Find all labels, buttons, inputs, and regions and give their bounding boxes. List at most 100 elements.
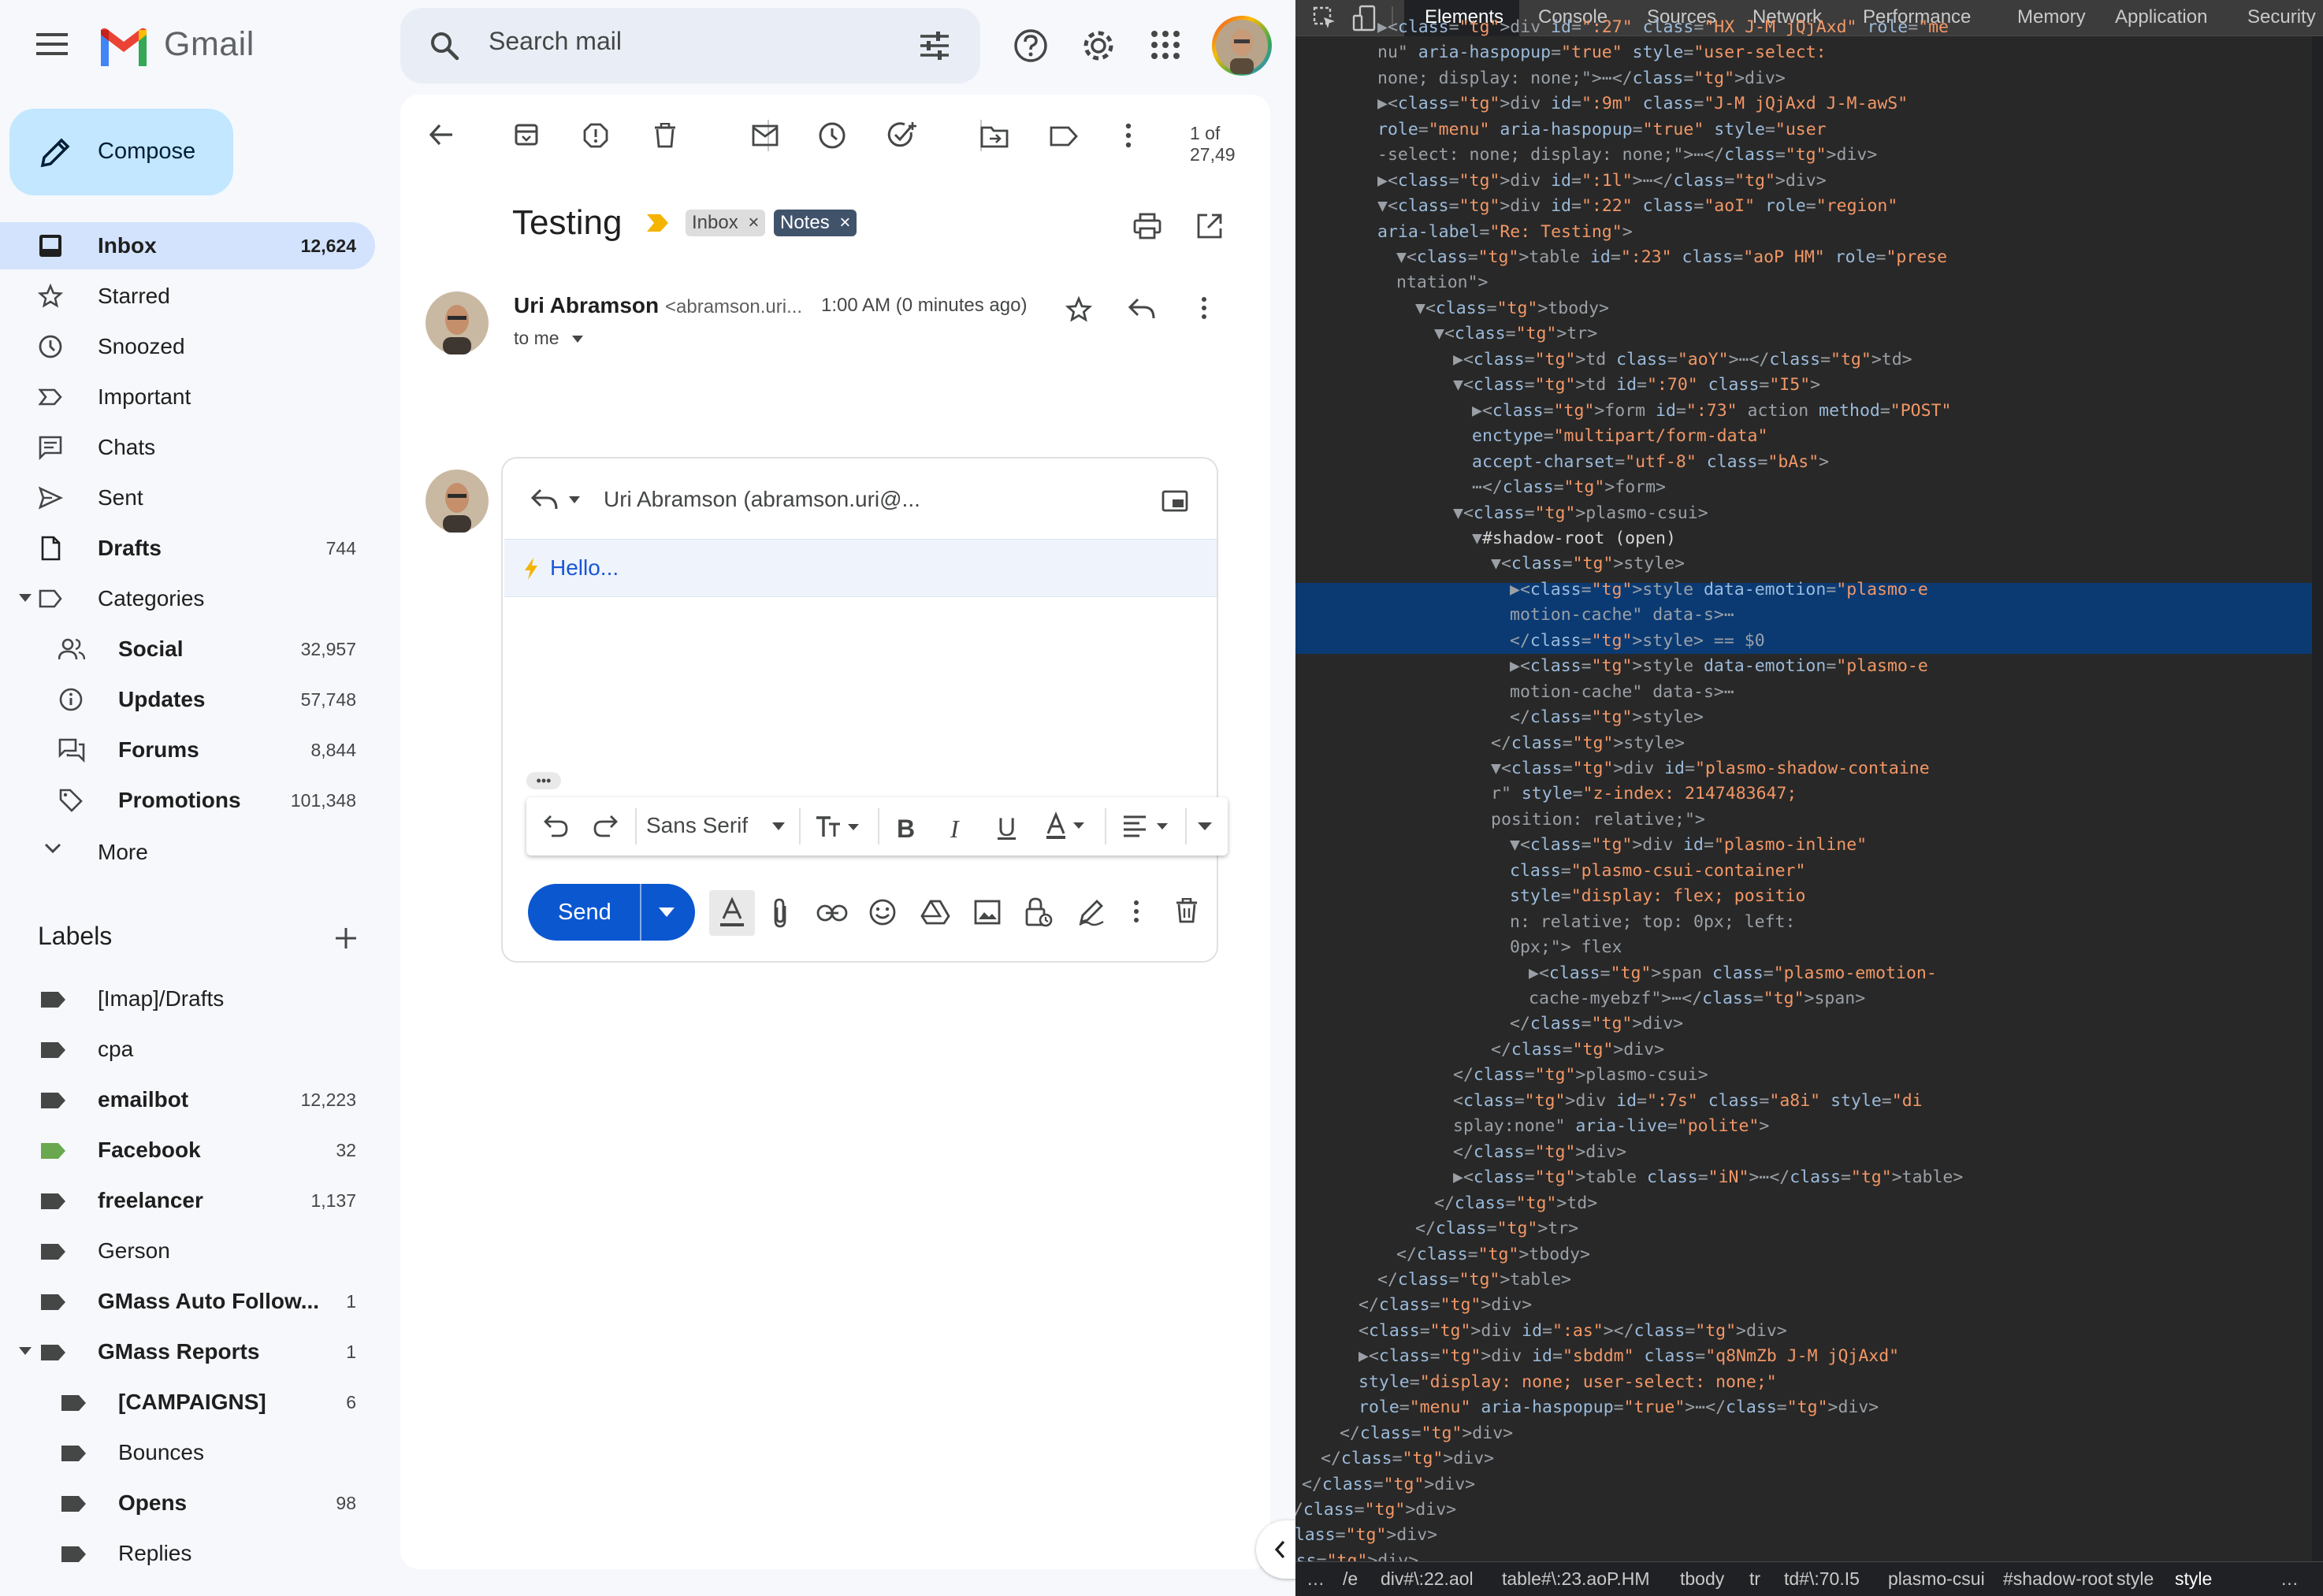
breadcrumb-item[interactable]: /e [1343,1568,1358,1590]
label-item[interactable]: emailbot 12,223 [0,1076,375,1123]
sidebar-item-categories[interactable]: Categories [0,575,375,622]
dom-tree-line[interactable]: ▶<class="tg">td class="aoY">⋯</class="tg… [1453,350,1912,369]
breadcrumb-item[interactable]: plasmo-csui [1888,1568,1985,1590]
dom-tree-line[interactable]: ▼<class="tg">td id=":70" class="I5"> [1453,375,1820,395]
more-vertical-icon[interactable] [1125,123,1132,148]
dom-tree-line[interactable]: motion-cache" data-s>⋯ [1510,682,1734,702]
label-item[interactable]: freelancer 1,137 [0,1177,375,1224]
formatting-options-button[interactable] [709,890,755,936]
undo-icon[interactable] [544,815,569,838]
dom-tree-line[interactable]: </class="tg">td> [1434,1193,1597,1213]
dom-tree-line[interactable]: </class="tg">div> [1491,1040,1664,1060]
label-item[interactable]: Bounces [0,1429,375,1476]
sidebar-item-chats[interactable]: Chats [0,424,375,471]
redo-icon[interactable] [593,815,618,838]
dom-tree-line[interactable]: nu" aria-haspopup="true" style="user-sel… [1377,43,1827,62]
breadcrumb-overflow[interactable]: … [1306,1568,1325,1590]
dom-tree-line[interactable]: 0px;"> flex [1510,937,1622,957]
reply-compose-box[interactable]: Uri Abramson (abramson.uri@... Hello... … [501,457,1228,963]
dom-tree-line[interactable]: </class="tg">div> [1295,1525,1437,1545]
gmail-logo-icon[interactable] [98,27,150,66]
dom-tree-line[interactable]: ▶<class="tg">form id=":73" action method… [1472,401,1951,421]
label-item[interactable]: GMass Auto Follow... 1 [0,1278,375,1325]
dom-tree-line[interactable]: enctype="multipart/form-data" [1472,426,1767,446]
ai-suggestion-bar[interactable]: Hello... [504,539,1217,597]
dom-tree-line[interactable]: ▶<class="tg">table class="iN">⋯</class="… [1453,1167,1963,1187]
search-icon[interactable] [429,30,460,61]
bold-icon[interactable]: B [897,815,915,844]
align-icon[interactable] [1122,815,1173,838]
inspect-element-icon[interactable] [1313,6,1336,30]
delete-trash-icon[interactable] [654,123,676,148]
remove-label-icon[interactable]: × [839,212,850,233]
reply-type-caret-icon[interactable] [569,496,580,503]
dom-tree-line[interactable]: <class="tg">div id=":as"></class="tg">di… [1358,1321,1787,1341]
dom-tree-line[interactable]: </class="tg">div> [1302,1475,1475,1494]
dom-tree-line[interactable]: ▶<class="tg">span class="plasmo-emotion- [1529,963,1937,983]
sidebar-item-starred[interactable]: Starred [0,273,375,320]
dom-tree-line[interactable]: ▼<class="tg">table id=":23" class="aoP H… [1396,247,1947,267]
dom-tree-line[interactable]: motion-cache" data-s>⋯ [1510,605,1734,625]
dom-tree-line[interactable]: ▼<class="tg">div id="plasmo-shadow-conta… [1491,759,1930,778]
search-input[interactable]: Search mail [489,27,622,56]
gmail-wordmark[interactable]: Gmail [164,25,255,64]
tab-security[interactable]: Security [2247,6,2316,28]
font-size-icon[interactable] [815,815,862,838]
dom-tree-line[interactable]: ▼<class="tg">plasmo-csui> [1453,503,1708,523]
dom-tree-line[interactable]: style="display: none; user-select: none;… [1358,1372,1777,1392]
dom-tree-line[interactable]: </class="tg">plasmo-csui> [1453,1065,1708,1085]
remove-label-icon[interactable]: × [748,212,759,233]
sidebar-item-snoozed[interactable]: Snoozed [0,323,375,370]
sender-avatar[interactable] [426,291,489,354]
dom-tree-line[interactable]: </class="tg">style> [1491,733,1685,753]
more-formatting-caret-icon[interactable] [1198,822,1212,830]
apps-grid-icon[interactable] [1150,30,1180,60]
font-select-caret-icon[interactable] [772,822,785,830]
dom-tree-line[interactable]: ▶<class="tg">div id=":9m" class="J-M jQj… [1377,94,1908,113]
dom-tree-line[interactable]: role="menu" aria-haspopup="true">⋯</clas… [1358,1397,1879,1417]
pop-out-reply-icon[interactable] [1162,490,1188,512]
back-arrow-icon[interactable] [429,123,454,147]
dom-tree-line[interactable]: ▶<class="tg">style data-emotion="plasmo-… [1510,656,1928,676]
dom-tree-line[interactable]: <class="tg">div id=":7s" class="a8i" sty… [1453,1091,1923,1111]
insert-link-icon[interactable] [816,904,848,922]
dom-tree-line[interactable]: n: relative; top: 0px; left: [1510,912,1795,932]
dom-tree-line[interactable]: role="menu" aria-haspopup="true" style="… [1377,120,1827,139]
send-options-caret-icon[interactable] [659,907,675,917]
sidebar-item-more[interactable]: More [0,829,375,876]
dom-tree-line[interactable]: </class="tg">div> [1453,1142,1626,1162]
sidebar-item-social[interactable]: Social 32,957 [0,625,375,673]
show-trimmed-content-button[interactable]: ••• [526,772,561,789]
print-icon[interactable] [1133,213,1162,239]
importance-marker-icon[interactable] [646,213,670,233]
mark-unread-icon[interactable] [752,124,779,147]
devtools-scrollbar[interactable] [2312,36,2323,1561]
dom-tree-line[interactable]: </class="tg">tr> [1415,1219,1578,1238]
account-avatar[interactable] [1210,14,1273,77]
label-item[interactable]: Facebook 32 [0,1126,375,1174]
breadcrumb-item[interactable]: tbody [1680,1568,1724,1590]
font-family-select[interactable]: Sans Serif [646,813,748,838]
dom-tree-line[interactable]: cache-myebzf">⋯</class="tg">span> [1529,989,1865,1008]
recipient-details[interactable]: to me [514,328,583,349]
reply-recipient[interactable]: Uri Abramson (abramson.uri@... [604,487,920,512]
sidebar-item-drafts[interactable]: Drafts 744 [0,525,375,572]
insert-signature-icon[interactable] [1078,898,1105,926]
report-spam-icon[interactable] [583,123,608,148]
dom-tree-line[interactable]: ▶<class="tg">div id="sbddm" class="q8NmZ… [1358,1346,1899,1366]
dom-tree-line[interactable]: ntation"> [1396,273,1489,292]
breadcrumb-item-active[interactable]: style [2175,1568,2212,1590]
sidebar-item-forums[interactable]: Forums 8,844 [0,726,375,774]
compose-button[interactable]: Compose [9,109,233,195]
dom-tree-line[interactable]: ▼<class="tg">style> [1491,554,1685,573]
dom-tree-line[interactable]: ▼<class="tg">tr> [1434,324,1597,343]
device-toolbar-icon[interactable] [1352,5,1377,32]
dom-tree-line[interactable]: </class="tg">tbody> [1396,1245,1590,1264]
dom-tree-line[interactable]: ▼#shadow-root (open) [1472,529,1676,548]
breadcrumb-item[interactable]: div#\:22.aol [1381,1568,1474,1590]
add-task-icon[interactable] [887,121,917,150]
search-bar[interactable]: Search mail [400,8,980,84]
dom-tree-line[interactable]: r" style="z-index: 2147483647; [1491,784,1797,804]
dom-tree-line[interactable]: </class="tg">div> [1321,1449,1494,1468]
reply-type-icon[interactable] [531,488,558,510]
